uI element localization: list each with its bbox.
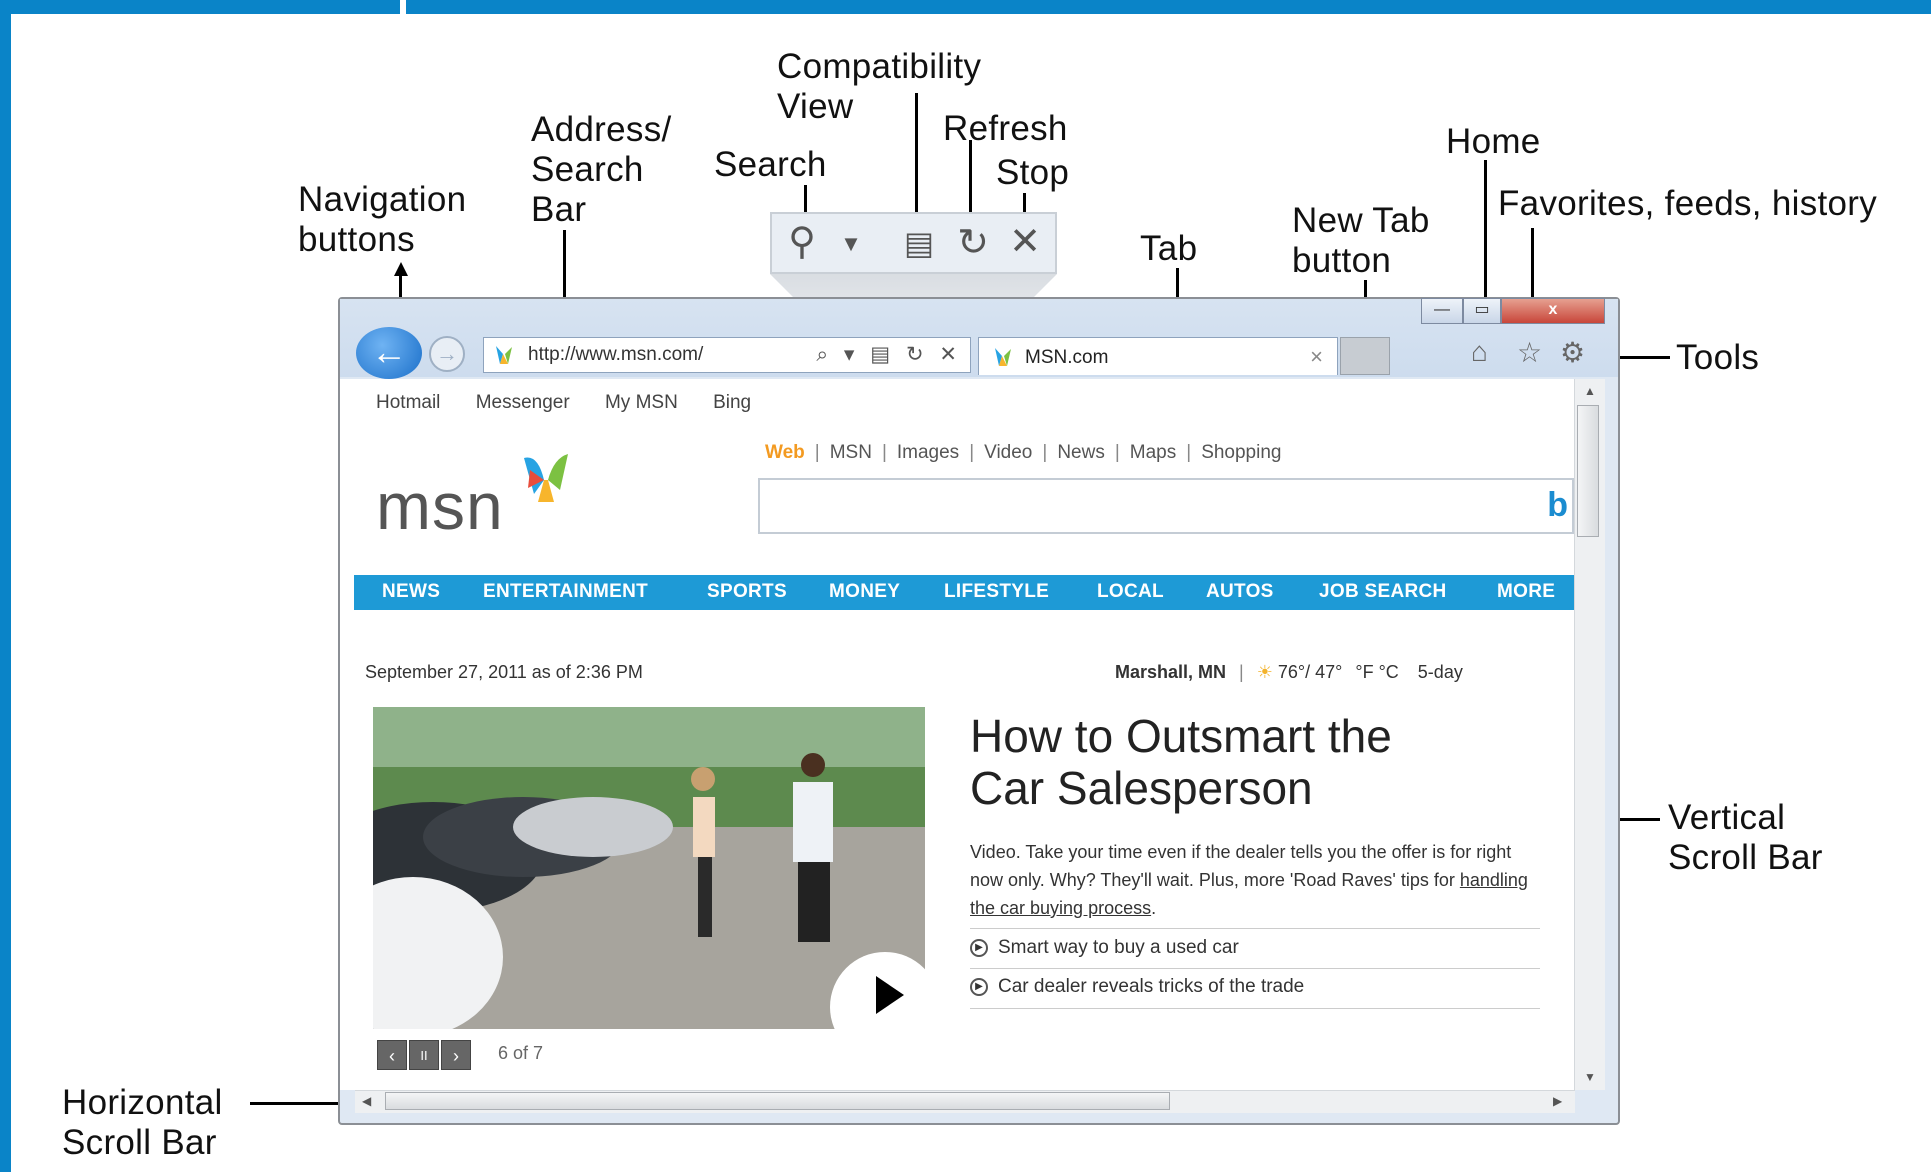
close-window-button[interactable]: x bbox=[1501, 298, 1605, 324]
tools-gear-icon[interactable]: ⚙ bbox=[1560, 336, 1585, 369]
weather-temps: 76°/ 47° bbox=[1277, 662, 1343, 682]
msn-nav-bar: NEWS ENTERTAINMENT SPORTS MONEY LIFESTYL… bbox=[354, 575, 1574, 610]
compatibility-view-icon[interactable]: ▤ bbox=[899, 223, 939, 263]
nav-autos[interactable]: AUTOS bbox=[1206, 581, 1274, 603]
minimize-button[interactable]: — bbox=[1421, 298, 1463, 324]
msn-search-input[interactable]: b bbox=[758, 478, 1574, 534]
favorites-star-icon[interactable]: ☆ bbox=[1517, 336, 1542, 369]
address-bar-icons[interactable]: ⌕ ▾ ▤ ↻ ✕ bbox=[816, 342, 962, 367]
callout-vertical-scroll-bar: Vertical Scroll Bar bbox=[1668, 798, 1823, 877]
tab-msn[interactable]: MSN.com × bbox=[978, 337, 1338, 375]
tab-news[interactable]: News bbox=[1057, 442, 1105, 463]
vertical-scroll-thumb[interactable] bbox=[1577, 405, 1599, 537]
leader-line-horizontal-scroll bbox=[250, 1102, 350, 1105]
slideshow-pause-button[interactable]: II bbox=[409, 1040, 439, 1070]
nav-money[interactable]: MONEY bbox=[829, 581, 900, 603]
play-icon bbox=[876, 976, 904, 1014]
horizontal-scroll-thumb[interactable] bbox=[385, 1092, 1170, 1110]
callout-search: Search bbox=[714, 145, 827, 184]
divider bbox=[970, 1008, 1540, 1009]
callout-new-tab-button: New Tab button bbox=[1292, 201, 1430, 280]
link-my-msn[interactable]: My MSN bbox=[605, 392, 678, 413]
callout-refresh: Refresh bbox=[943, 109, 1068, 148]
slide-top-bar bbox=[0, 0, 1931, 14]
top-links: Hotmail Messenger My MSN Bing bbox=[376, 392, 781, 414]
tab-title: MSN.com bbox=[1025, 347, 1109, 368]
nav-job-search[interactable]: JOB SEARCH bbox=[1319, 581, 1447, 603]
refresh-icon[interactable]: ↻ bbox=[952, 223, 994, 263]
back-button[interactable]: ← bbox=[356, 327, 422, 379]
tab-images[interactable]: Images bbox=[897, 442, 959, 463]
nav-entertainment[interactable]: ENTERTAINMENT bbox=[483, 581, 648, 603]
article-headline[interactable]: How to Outsmart the Car Salesperson bbox=[970, 710, 1392, 814]
link-hotmail[interactable]: Hotmail bbox=[376, 392, 440, 413]
callout-home: Home bbox=[1446, 122, 1541, 161]
tab-web[interactable]: Web bbox=[765, 442, 805, 463]
callout-navigation-buttons: Navigation buttons bbox=[298, 180, 467, 259]
scroll-left-arrow-icon[interactable]: ◀ bbox=[362, 1094, 371, 1108]
address-search-bar[interactable]: http://www.msn.com/ ⌕ ▾ ▤ ↻ ✕ bbox=[483, 337, 971, 373]
slideshow-next-button[interactable]: › bbox=[441, 1040, 471, 1070]
tab-shopping[interactable]: Shopping bbox=[1201, 442, 1281, 463]
related-item[interactable]: ▶ Car dealer reveals tricks of the trade bbox=[970, 976, 1304, 998]
link-bing[interactable]: Bing bbox=[713, 392, 751, 413]
play-circle-icon: ▶ bbox=[970, 977, 988, 996]
callout-tools: Tools bbox=[1676, 338, 1760, 377]
article-description: Video. Take your time even if the dealer… bbox=[970, 842, 1528, 918]
link-messenger[interactable]: Messenger bbox=[476, 392, 570, 413]
scroll-right-arrow-icon[interactable]: ▶ bbox=[1553, 1094, 1562, 1108]
callout-favorites: Favorites, feeds, history bbox=[1498, 184, 1878, 223]
divider bbox=[970, 928, 1540, 929]
arrow-navigation bbox=[394, 262, 408, 276]
scroll-up-arrow-icon[interactable]: ▲ bbox=[1584, 384, 1596, 398]
slide-left-bar bbox=[0, 0, 11, 1172]
tab-close-icon[interactable]: × bbox=[1310, 344, 1323, 370]
nav-sports[interactable]: SPORTS bbox=[707, 581, 787, 603]
bing-icon[interactable]: b bbox=[1547, 486, 1568, 525]
weather-forecast-link[interactable]: 5-day bbox=[1418, 662, 1463, 682]
nav-more[interactable]: MORE bbox=[1497, 581, 1555, 603]
nav-lifestyle[interactable]: LIFESTYLE bbox=[944, 581, 1049, 603]
weather-widget: Marshall, MN | ☀ 76°/ 47° °F °C 5-day bbox=[1115, 662, 1463, 682]
callout-stop: Stop bbox=[996, 153, 1070, 192]
slideshow-prev-button[interactable]: ‹ bbox=[377, 1040, 407, 1070]
new-tab-button[interactable] bbox=[1340, 337, 1390, 375]
home-icon[interactable]: ⌂ bbox=[1471, 336, 1488, 368]
scroll-down-arrow-icon[interactable]: ▼ bbox=[1584, 1070, 1596, 1084]
callout-address-search-bar: Address/ Search Bar bbox=[531, 110, 672, 229]
nav-news[interactable]: NEWS bbox=[382, 581, 440, 603]
callout-horizontal-scroll-bar: Horizontal Scroll Bar bbox=[62, 1083, 223, 1162]
address-url[interactable]: http://www.msn.com/ bbox=[528, 344, 703, 366]
page-date: September 27, 2011 as of 2:36 PM bbox=[365, 662, 643, 682]
sun-icon: ☀ bbox=[1256, 662, 1273, 682]
tab-video[interactable]: Video bbox=[984, 442, 1032, 463]
nav-local[interactable]: LOCAL bbox=[1097, 581, 1164, 603]
msn-butterfly-icon bbox=[496, 346, 512, 364]
slideshow-counter: 6 of 7 bbox=[498, 1043, 544, 1063]
callout-tab: Tab bbox=[1140, 229, 1198, 268]
dropdown-arrow-icon[interactable]: ▼ bbox=[838, 224, 864, 264]
msn-logo[interactable]: msn bbox=[376, 468, 504, 544]
msn-logo-butterfly-icon bbox=[524, 454, 568, 502]
forward-button[interactable]: → bbox=[429, 336, 465, 372]
search-scope-tabs: Web | MSN | Images | Video | News | Maps | Shopping bbox=[765, 442, 1282, 463]
stop-icon[interactable]: ✕ bbox=[1004, 222, 1046, 262]
tab-msn-scope[interactable]: MSN bbox=[830, 442, 872, 463]
maximize-button[interactable]: ▭ bbox=[1463, 298, 1501, 324]
divider bbox=[970, 968, 1540, 969]
zoomed-address-toolbar: ⚲ ▼ ▤ ↻ ✕ bbox=[770, 212, 1057, 274]
search-icon[interactable]: ⚲ bbox=[782, 222, 822, 262]
weather-location[interactable]: Marshall, MN bbox=[1115, 662, 1226, 682]
tab-maps[interactable]: Maps bbox=[1130, 442, 1176, 463]
slide-top-marker bbox=[400, 0, 406, 14]
play-circle-icon: ▶ bbox=[970, 938, 988, 957]
msn-butterfly-icon bbox=[995, 348, 1011, 366]
weather-units[interactable]: °F °C bbox=[1355, 662, 1398, 682]
related-item[interactable]: ▶ Smart way to buy a used car bbox=[970, 937, 1239, 959]
